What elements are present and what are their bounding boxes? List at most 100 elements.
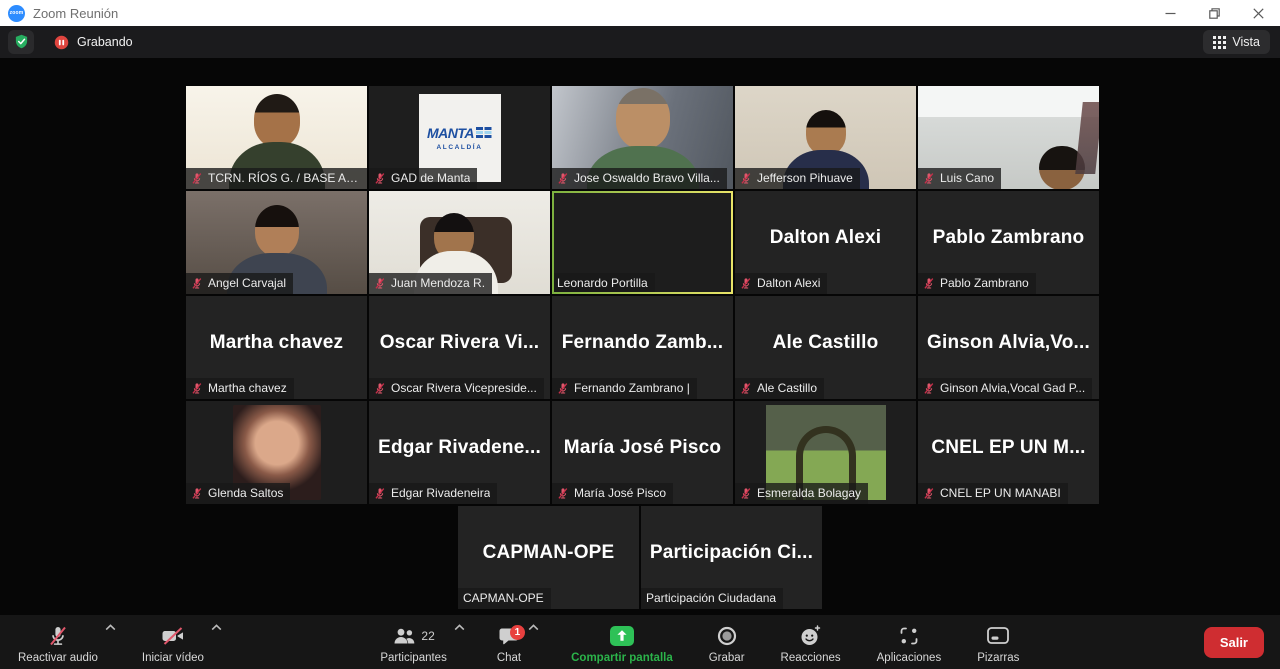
participant-tile[interactable]: Angel Carvajal (186, 191, 367, 294)
participant-name: TCRN. RÍOS G. / BASE AÉR... (208, 171, 360, 185)
share-screen-icon (609, 625, 635, 647)
participant-tile[interactable]: Jose Oswaldo Bravo Villa... (552, 86, 733, 189)
participant-display-name: María José Pisco (552, 401, 733, 494)
reactions-smiley-icon (799, 625, 822, 647)
participant-label: María José Pisco (552, 483, 673, 504)
participant-display-name: CAPMAN-OPE (458, 506, 639, 599)
participant-label: GAD de Manta (369, 168, 477, 189)
chat-label: Chat (497, 652, 521, 664)
muted-mic-icon (923, 382, 935, 395)
participant-tile[interactable]: Pablo ZambranoPablo Zambrano (918, 191, 1099, 294)
participant-tile[interactable]: Martha chavezMartha chavez (186, 296, 367, 399)
security-shield-button[interactable] (8, 30, 34, 54)
participant-tile[interactable]: Dalton AlexiDalton Alexi (735, 191, 916, 294)
participant-tile[interactable]: TCRN. RÍOS G. / BASE AÉR... (186, 86, 367, 189)
record-button[interactable]: Grabar (707, 615, 747, 669)
whiteboard-button[interactable]: Pizarras (975, 615, 1021, 669)
participant-name: Glenda Saltos (208, 486, 283, 500)
participant-display-name: Pablo Zambrano (918, 191, 1099, 284)
participant-name: Ginson Alvia,Vocal Gad P... (940, 381, 1085, 395)
muted-mic-icon (557, 487, 569, 500)
participant-tile[interactable]: Oscar Rivera Vi...Oscar Rivera Vicepresi… (369, 296, 550, 399)
muted-mic-icon (740, 277, 752, 290)
participant-tile[interactable]: Glenda Saltos (186, 401, 367, 504)
participant-display-name: Ale Castillo (735, 296, 916, 389)
muted-mic-icon (923, 277, 935, 290)
start-video-label: Iniciar vídeo (142, 652, 204, 664)
maximize-button[interactable] (1192, 0, 1236, 26)
participant-tile[interactable]: Edgar Rivadene...Edgar Rivadeneira (369, 401, 550, 504)
muted-mic-icon (557, 382, 569, 395)
apps-button[interactable]: Aplicaciones (875, 615, 944, 669)
participant-label: Jose Oswaldo Bravo Villa... (552, 168, 727, 189)
close-button[interactable] (1236, 0, 1280, 26)
view-label: Vista (1232, 35, 1260, 49)
muted-mic-icon (374, 487, 386, 500)
participants-button[interactable]: 22 Participantes (378, 615, 448, 669)
participants-count: 22 (421, 629, 434, 643)
participant-tile[interactable]: Juan Mendoza R. (369, 191, 550, 294)
participant-name: Luis Cano (940, 171, 994, 185)
participant-tile[interactable]: CAPMAN-OPECAPMAN-OPE (458, 506, 639, 609)
logo-subtext: ALCALDÍA (436, 144, 482, 151)
participant-label: Ale Castillo (735, 378, 824, 399)
participant-label: Ginson Alvia,Vocal Gad P... (918, 378, 1092, 399)
recording-icon (54, 35, 69, 50)
participant-label: Fernando Zambrano | (552, 378, 697, 399)
participant-label: Martha chavez (186, 378, 294, 399)
leave-meeting-button[interactable]: Salir (1204, 627, 1264, 658)
meeting-topbar: Grabando Vista (0, 26, 1280, 58)
view-button[interactable]: Vista (1203, 30, 1270, 54)
record-icon (716, 625, 738, 647)
minimize-button[interactable] (1148, 0, 1192, 26)
participant-display-name: CNEL EP UN M... (918, 401, 1099, 494)
muted-mic-icon (740, 487, 752, 500)
start-video-button[interactable]: Iniciar vídeo (140, 615, 206, 669)
window-controls (1148, 0, 1280, 26)
participant-label: Pablo Zambrano (918, 273, 1036, 294)
participant-label: CNEL EP UN MANABI (918, 483, 1068, 504)
participant-name: CAPMAN-OPE (463, 591, 544, 605)
participant-name: Juan Mendoza R. (391, 276, 485, 290)
video-options-caret[interactable] (211, 624, 222, 631)
participant-tile[interactable]: María José PiscoMaría José Pisco (552, 401, 733, 504)
muted-mic-icon (374, 382, 386, 395)
unmute-audio-button[interactable]: Reactivar audio (16, 615, 100, 669)
participant-label: Esmeralda Bolagay (735, 483, 868, 504)
participant-tile[interactable]: Jefferson Pihuave (735, 86, 916, 189)
audio-options-caret[interactable] (105, 624, 116, 631)
muted-mic-icon (923, 487, 935, 500)
reactions-label: Reacciones (781, 652, 841, 664)
share-screen-button[interactable]: Compartir pantalla (569, 615, 675, 669)
participant-name: Fernando Zambrano | (574, 381, 690, 395)
participant-label: Juan Mendoza R. (369, 273, 492, 294)
chat-button[interactable]: 1 Chat (495, 615, 523, 669)
participant-tile[interactable]: Ale CastilloAle Castillo (735, 296, 916, 399)
muted-mic-icon (191, 382, 203, 395)
participant-tile[interactable]: CNEL EP UN M...CNEL EP UN MANABI (918, 401, 1099, 504)
participant-tile[interactable]: Fernando Zamb...Fernando Zambrano | (552, 296, 733, 399)
participant-tile[interactable]: Luis Cano (918, 86, 1099, 189)
muted-mic-icon (740, 172, 752, 185)
participant-name: Jose Oswaldo Bravo Villa... (574, 171, 720, 185)
participant-tile[interactable]: Esmeralda Bolagay (735, 401, 916, 504)
participant-tile[interactable]: Participación Ci...Participación Ciudada… (641, 506, 822, 609)
participant-tile[interactable]: Leonardo Portilla (552, 191, 733, 294)
muted-mic-icon (374, 277, 386, 290)
participants-options-caret[interactable] (454, 624, 465, 631)
participants-icon (392, 626, 416, 646)
participant-label: CAPMAN-OPE (458, 588, 551, 609)
chat-options-caret[interactable] (528, 624, 539, 631)
reactions-button[interactable]: Reacciones (779, 615, 843, 669)
record-label: Grabar (709, 652, 745, 664)
minimize-icon (1165, 8, 1176, 19)
participant-display-name: Participación Ci... (641, 506, 822, 599)
recording-indicator[interactable]: Grabando (54, 35, 133, 50)
participant-tile[interactable]: Ginson Alvia,Vo...Ginson Alvia,Vocal Gad… (918, 296, 1099, 399)
participant-label: Participación Ciudadana (641, 588, 783, 609)
chat-unread-badge: 1 (510, 625, 525, 640)
participant-tile[interactable]: MANTAALCALDÍAGAD de Manta (369, 86, 550, 189)
participant-display-name: Fernando Zamb... (552, 296, 733, 389)
participant-grid: TCRN. RÍOS G. / BASE AÉR...MANTAALCALDÍA… (186, 86, 1099, 504)
mic-muted-icon (47, 625, 69, 647)
